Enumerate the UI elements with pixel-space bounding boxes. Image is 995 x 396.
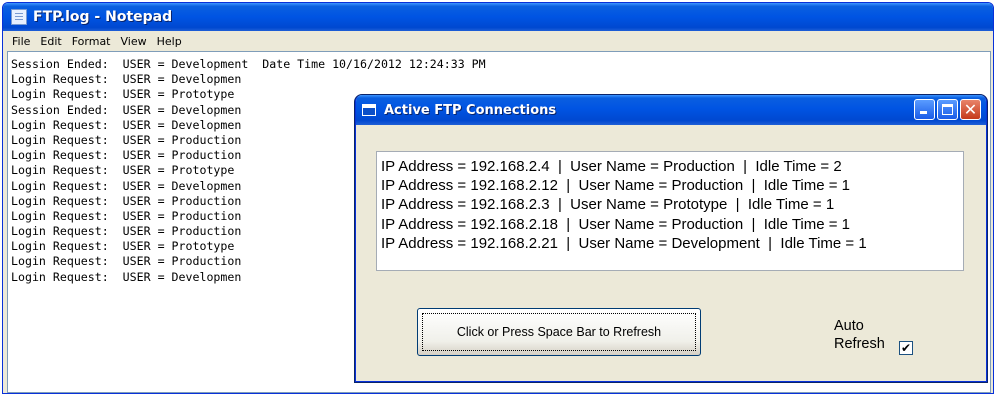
maximize-button[interactable] <box>937 99 958 120</box>
connection-row[interactable]: IP Address = 192.168.2.21 | User Name = … <box>381 234 963 253</box>
menu-help[interactable]: Help <box>152 35 187 48</box>
menu-file[interactable]: File <box>7 35 35 48</box>
focus-rectangle <box>422 313 696 351</box>
connection-row[interactable]: IP Address = 192.168.2.12 | User Name = … <box>381 176 963 195</box>
connection-row[interactable]: IP Address = 192.168.2.18 | User Name = … <box>381 215 963 234</box>
log-line: Session Ended: USER = Development Date T… <box>11 57 486 71</box>
refresh-button[interactable]: Click or Press Space Bar to Rrefresh <box>417 308 701 356</box>
auto-refresh-label-line1: Auto <box>834 318 864 334</box>
connection-row[interactable]: IP Address = 192.168.2.4 | User Name = P… <box>381 157 963 176</box>
connection-row[interactable]: IP Address = 192.168.2.3 | User Name = P… <box>381 195 963 214</box>
auto-refresh-label-line2: Refresh <box>834 336 885 352</box>
dialog-title: Active FTP Connections <box>384 102 557 118</box>
menu-format[interactable]: Format <box>67 35 116 48</box>
notepad-titlebar[interactable]: FTP.log - Notepad <box>3 3 993 31</box>
notepad-title: FTP.log - Notepad <box>33 9 173 25</box>
notepad-icon <box>11 9 27 25</box>
menu-view[interactable]: View <box>116 35 152 48</box>
log-line: Login Request: USER = Developmen <box>11 72 242 87</box>
active-ftp-connections-dialog: Active FTP Connections ✕ IP Address = 19… <box>355 95 987 382</box>
minimize-button[interactable] <box>914 99 935 120</box>
auto-refresh-label: Auto Refresh <box>834 317 894 353</box>
dialog-titlebar[interactable]: Active FTP Connections ✕ <box>356 95 986 125</box>
connections-list[interactable]: IP Address = 192.168.2.4 | User Name = P… <box>376 151 964 271</box>
notepad-menubar: File Edit Format View Help <box>3 31 993 51</box>
menu-edit[interactable]: Edit <box>35 35 66 48</box>
close-button[interactable]: ✕ <box>960 99 981 120</box>
auto-refresh-checkbox[interactable]: ✔ <box>899 341 913 355</box>
window-icon <box>362 104 376 116</box>
